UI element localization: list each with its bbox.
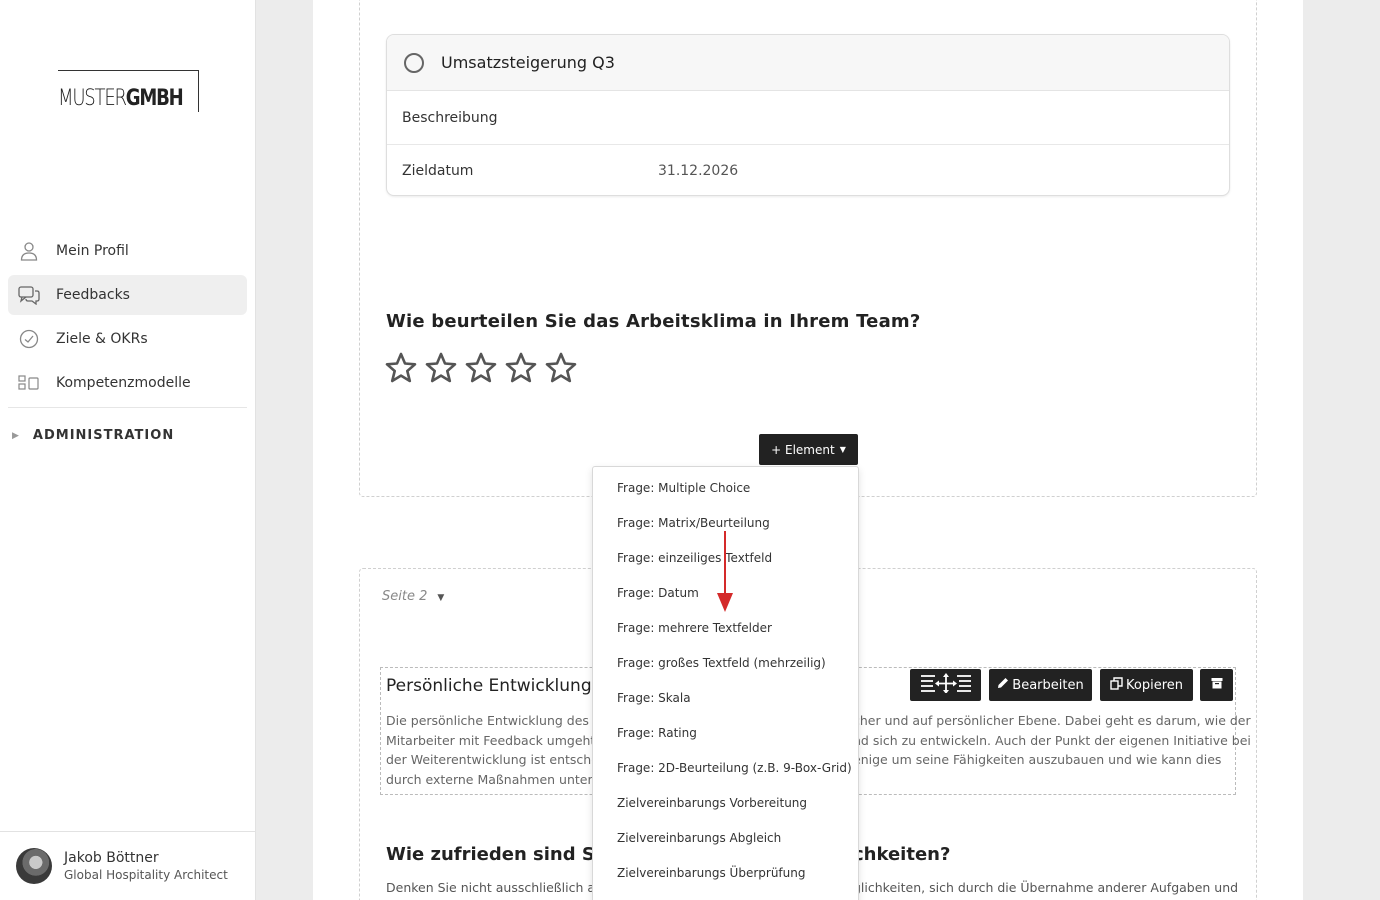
add-element-label: + Element [771, 442, 835, 457]
grid-icon [18, 372, 40, 394]
nav-item-goals[interactable]: Ziele & OKRs [8, 319, 247, 359]
star-icon[interactable] [464, 351, 498, 385]
avatar [16, 848, 52, 884]
goal-radio-button[interactable] [404, 52, 424, 73]
section-text-start: Mitarbeiter mit Feedback umgeht u [386, 732, 608, 748]
nav-label-goals: Ziele & OKRs [56, 331, 148, 347]
nav-divider [8, 407, 247, 408]
logo-text-bold: GMBH [125, 86, 184, 111]
copy-icon [1110, 676, 1123, 694]
company-logo[interactable]: MUSTERGMBH [58, 70, 199, 112]
question-2-title-end: chkeiten? [853, 844, 951, 865]
goal-description-row: Beschreibung [387, 91, 1229, 144]
edit-button-label: Bearbeiten [1012, 677, 1084, 693]
nav-label-competencies: Kompetenzmodelle [56, 375, 191, 391]
goal-date-value: 31.12.2026 [658, 163, 739, 179]
section-text-start: Die persönliche Entwicklung des Mi [386, 713, 608, 728]
star-icon[interactable] [544, 351, 578, 385]
caret-right-icon: ▶ [12, 430, 19, 441]
arrow-down-icon [717, 531, 733, 612]
sidebar: MUSTERGMBH Mein Profil Feedbacks Ziele &… [0, 0, 256, 900]
nav-item-feedbacks[interactable]: Feedbacks [8, 275, 247, 315]
section-text-start: durch externe Maßnahmen unters [386, 771, 600, 787]
page-selector-label: Seite 2 [382, 589, 428, 604]
question-2-text: Denken Sie nicht ausschließlich an Tr gli… [386, 880, 1238, 895]
question-2-title: Wie zufrieden sind Sie chkeiten? [386, 844, 950, 865]
section-text-start: der Weiterentwicklung ist entschei [386, 752, 603, 767]
star-rating [384, 351, 584, 385]
archive-button[interactable] [1200, 669, 1233, 701]
menu-item-scale[interactable]: Frage: Skala [593, 680, 858, 715]
archive-icon [1211, 677, 1223, 693]
section-title: Persönliche Entwicklung [386, 676, 592, 696]
user-card[interactable]: Jakob Böttner Global Hospitality Archite… [0, 831, 255, 900]
user-role: Global Hospitality Architect [64, 868, 228, 882]
chat-icon [18, 284, 40, 306]
edit-button[interactable]: Bearbeiten [989, 669, 1092, 701]
section-text-end: cher und auf persönlicher Ebene. Dabei g… [853, 713, 1251, 728]
star-icon[interactable] [424, 351, 458, 385]
move-icon [920, 673, 972, 697]
pencil-icon [997, 677, 1009, 693]
logo-text: MUSTERGMBH [58, 86, 185, 111]
question-2-text-end: glichkeiten, sich durch die Übernahme an… [853, 880, 1239, 895]
menu-item-multiple-textfields[interactable]: Frage: mehrere Textfelder [593, 610, 858, 645]
goal-description-label: Beschreibung [402, 109, 498, 126]
goal-date-label: Zieldatum [402, 163, 474, 179]
user-name: Jakob Böttner [64, 850, 159, 866]
menu-item-multiple-choice[interactable]: Frage: Multiple Choice [593, 470, 858, 505]
nav-label-profile: Mein Profil [56, 243, 129, 259]
star-icon[interactable] [384, 351, 418, 385]
menu-item-goal-alignment[interactable]: Zielvereinbarungs Abgleich [593, 820, 858, 855]
section-text-end: nd sich zu entwickeln. Auch der Punkt de… [853, 732, 1251, 748]
page-selector[interactable]: Seite 2 ▼ [382, 589, 444, 604]
goal-card: Umsatzsteigerung Q3 Beschreibung Zieldat… [386, 34, 1230, 196]
admin-section-toggle[interactable]: ▶ ADMINISTRATION [12, 428, 174, 443]
copy-button-label: Kopieren [1126, 677, 1183, 693]
user-icon [18, 240, 40, 262]
main-nav: Mein Profil Feedbacks Ziele & OKRs Kompe… [8, 231, 247, 408]
menu-item-large-textfield[interactable]: Frage: großes Textfeld (mehrzeilig) [593, 645, 858, 680]
nav-item-competencies[interactable]: Kompetenzmodelle [8, 363, 247, 403]
add-element-button[interactable]: + Element ▼ [759, 434, 858, 465]
move-handle-button[interactable] [910, 669, 981, 701]
admin-label: ADMINISTRATION [32, 428, 175, 443]
question-title: Wie beurteilen Sie das Arbeitsklima in I… [386, 311, 921, 332]
logo-text-light: MUSTER [58, 86, 127, 111]
check-circle-icon [18, 328, 40, 350]
menu-item-goal-preparation[interactable]: Zielvereinbarungs Vorbereitung [593, 785, 858, 820]
nav-label-feedbacks: Feedbacks [56, 287, 130, 303]
nav-item-profile[interactable]: Mein Profil [8, 231, 247, 271]
copy-button[interactable]: Kopieren [1100, 669, 1193, 701]
caret-down-icon: ▼ [839, 445, 846, 454]
question-2-title-start: Wie zufrieden sind Sie [386, 844, 614, 865]
star-icon[interactable] [504, 351, 538, 385]
caret-down-icon: ▼ [437, 593, 445, 603]
question-2-text-start: Denken Sie nicht ausschließlich an Tr [386, 880, 618, 895]
menu-item-goal-review[interactable]: Zielvereinbarungs Überprüfung [593, 855, 858, 890]
goal-date-row: Zieldatum 31.12.2026 [387, 144, 1229, 195]
section-text-end: enige um seine Fähigkeiten auszubauen un… [853, 752, 1222, 767]
goal-title: Umsatzsteigerung Q3 [441, 53, 615, 72]
menu-item-2d-rating[interactable]: Frage: 2D-Beurteilung (z.B. 9-Box-Grid) [593, 750, 858, 785]
menu-item-rating[interactable]: Frage: Rating [593, 715, 858, 750]
goal-card-header: Umsatzsteigerung Q3 [387, 35, 1229, 91]
